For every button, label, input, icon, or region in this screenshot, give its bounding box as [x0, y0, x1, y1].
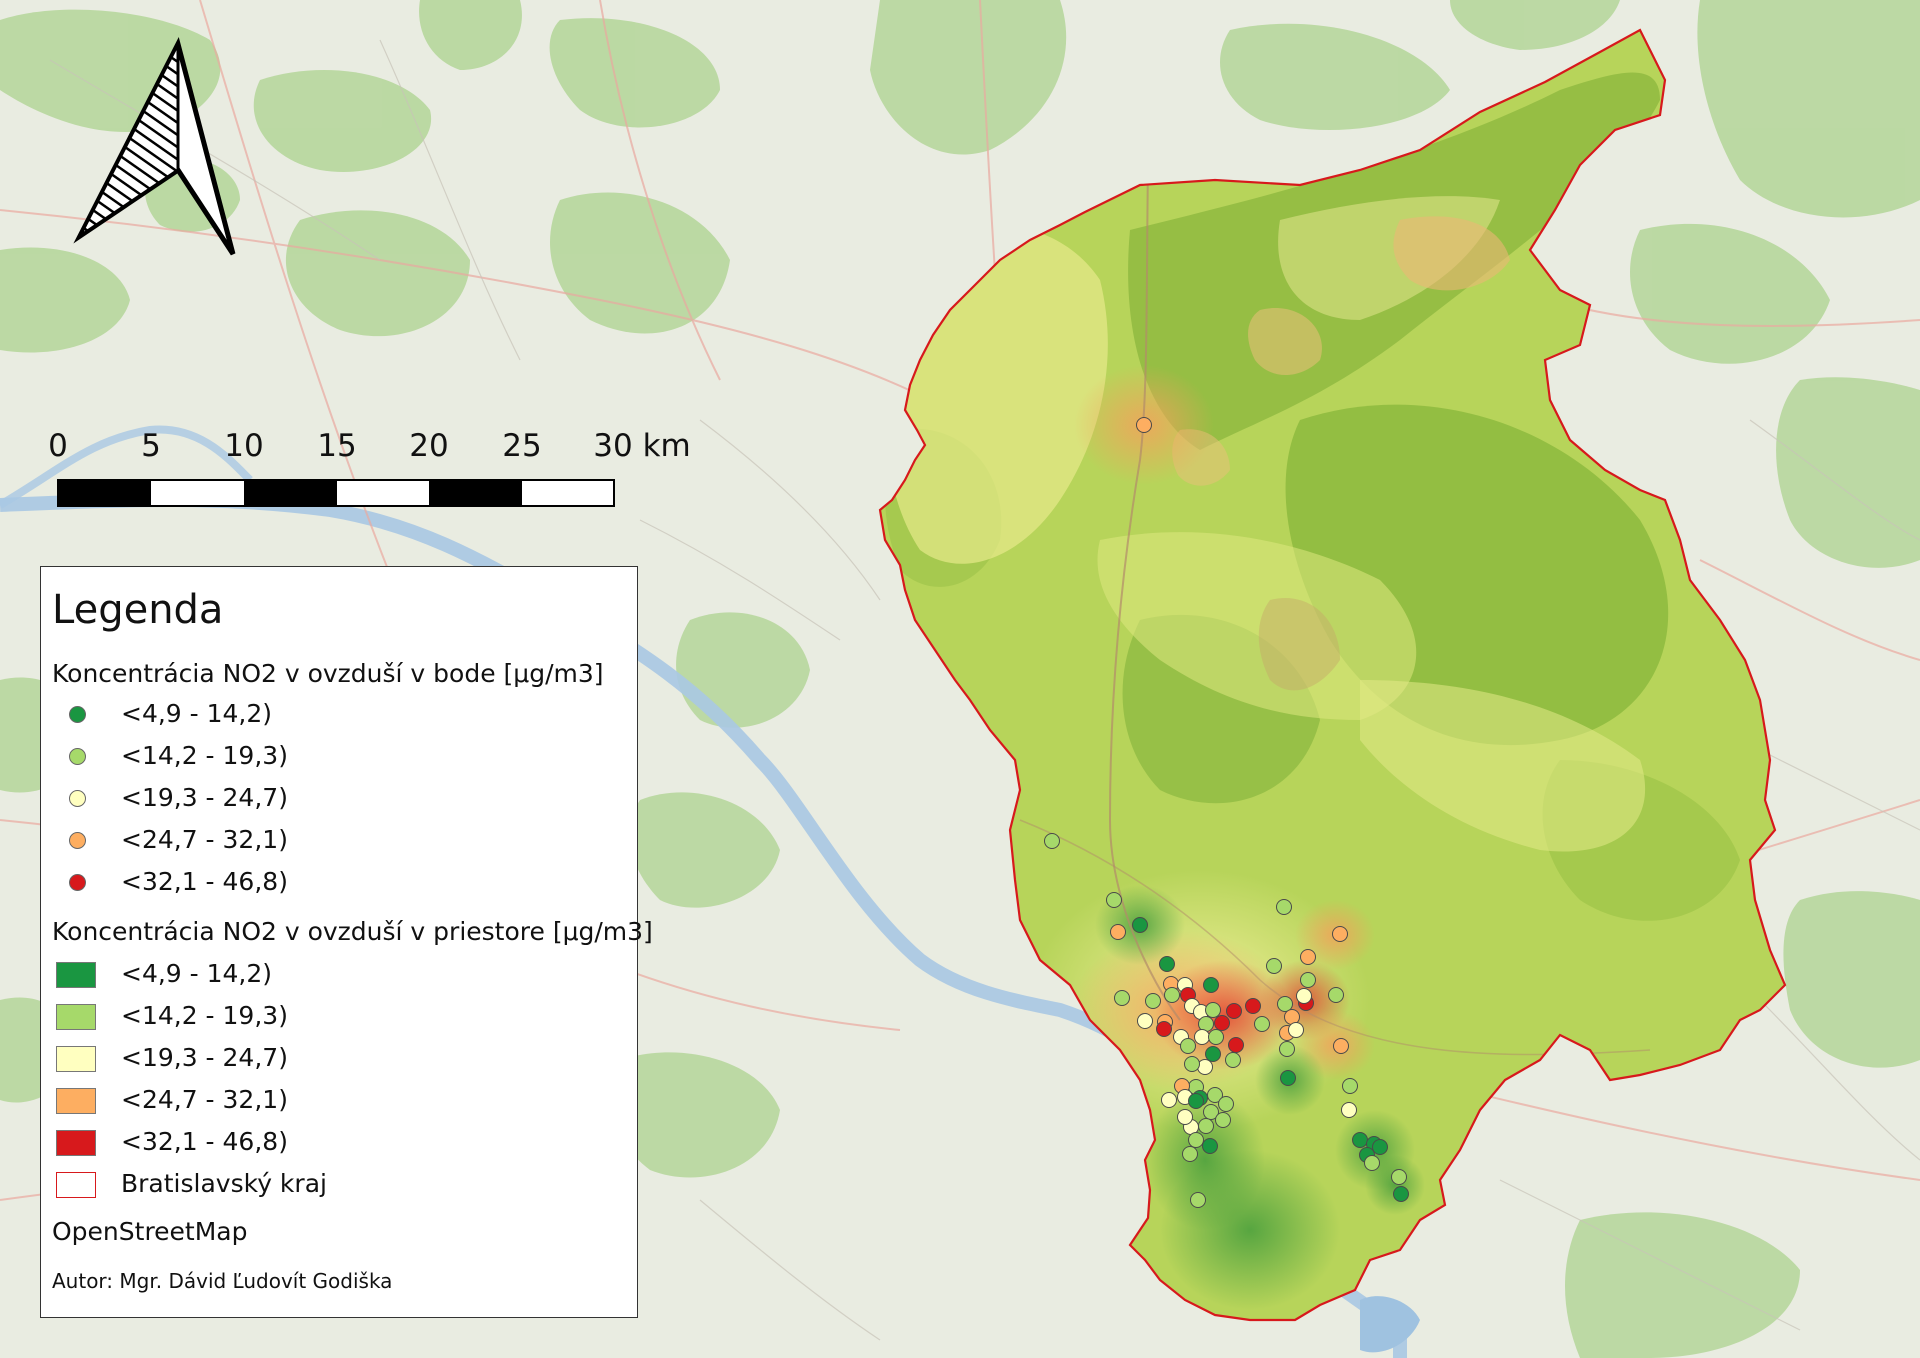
- measurement-point: [1203, 977, 1219, 993]
- measurement-point: [1364, 1155, 1380, 1171]
- measurement-point: [1202, 1138, 1218, 1154]
- legend-point-swatch: [69, 832, 86, 849]
- measurement-point: [1177, 1109, 1193, 1125]
- measurement-point: [1215, 1112, 1231, 1128]
- legend-point-swatch: [69, 874, 86, 891]
- measurement-point: [1180, 1038, 1196, 1054]
- measurement-point: [1276, 899, 1292, 915]
- legend-basemap-label: OpenStreetMap: [52, 1217, 248, 1246]
- measurement-point: [1145, 993, 1161, 1009]
- legend-point-item: <24,7 - 32,1): [52, 823, 612, 857]
- scale-tick-0: 0: [48, 428, 68, 464]
- legend-point-swatch: [69, 748, 86, 765]
- measurement-point: [1332, 926, 1348, 942]
- legend-area-section-title: Koncentrácia NO2 v ovzduší v priestore […: [52, 917, 653, 946]
- measurement-point: [1197, 1059, 1213, 1075]
- measurement-point: [1333, 1038, 1349, 1054]
- legend-point-item: <14,2 - 19,3): [52, 739, 612, 773]
- legend-area-swatch: [56, 1046, 96, 1072]
- measurement-point: [1198, 1118, 1214, 1134]
- legend-area-item: <19,3 - 24,7): [52, 1041, 612, 1075]
- measurement-point: [1182, 1146, 1198, 1162]
- measurement-point: [1288, 1022, 1304, 1038]
- scale-tick-10: 10: [224, 428, 264, 464]
- measurement-point: [1106, 892, 1122, 908]
- measurement-point: [1341, 1102, 1357, 1118]
- scale-tick-15: 15: [317, 428, 357, 464]
- measurement-point: [1279, 1041, 1295, 1057]
- measurement-point: [1184, 1056, 1200, 1072]
- legend-point-item: <4,9 - 14,2): [52, 697, 612, 731]
- legend-boundary-swatch: [56, 1172, 96, 1198]
- legend-area-swatch: [56, 962, 96, 988]
- measurement-point: [1352, 1132, 1368, 1148]
- measurement-point: [1391, 1169, 1407, 1185]
- measurement-point: [1114, 990, 1130, 1006]
- legend-area-item: <4,9 - 14,2): [52, 957, 612, 991]
- measurement-point: [1044, 833, 1060, 849]
- measurement-point: [1194, 1029, 1210, 1045]
- legend-area-swatch: [56, 1088, 96, 1114]
- measurement-point: [1245, 998, 1261, 1014]
- measurement-point: [1159, 956, 1175, 972]
- measurement-point: [1300, 972, 1316, 988]
- measurement-point: [1136, 417, 1152, 433]
- legend-point-swatch: [69, 706, 86, 723]
- legend-area-item: <14,2 - 19,3): [52, 999, 612, 1033]
- legend-point-item: <32,1 - 46,8): [52, 865, 612, 899]
- measurement-point: [1300, 949, 1316, 965]
- scale-bar: [57, 479, 615, 507]
- measurement-point: [1296, 988, 1312, 1004]
- legend-area-item: <24,7 - 32,1): [52, 1083, 612, 1117]
- scale-tick-25: 25: [502, 428, 542, 464]
- measurement-point: [1225, 1052, 1241, 1068]
- measurement-point: [1342, 1078, 1358, 1094]
- legend-point-swatch: [69, 790, 86, 807]
- measurement-point: [1208, 1029, 1224, 1045]
- legend-point-section-title: Koncentrácia NO2 v ovzduší v bode [μg/m3…: [52, 659, 604, 688]
- measurement-point: [1161, 1092, 1177, 1108]
- measurement-point: [1226, 1003, 1242, 1019]
- measurement-point: [1372, 1139, 1388, 1155]
- legend-point-item: <19,3 - 24,7): [52, 781, 612, 815]
- measurement-point: [1328, 987, 1344, 1003]
- measurement-point: [1228, 1037, 1244, 1053]
- measurement-point: [1266, 958, 1282, 974]
- measurement-point: [1110, 924, 1126, 940]
- legend-area-swatch: [56, 1130, 96, 1156]
- measurement-point: [1205, 1046, 1221, 1062]
- measurement-point: [1188, 1132, 1204, 1148]
- measurement-point: [1254, 1016, 1270, 1032]
- measurement-point: [1205, 1002, 1221, 1018]
- legend-area-item: <32,1 - 46,8): [52, 1125, 612, 1159]
- legend-boundary-item: Bratislavský kraj: [52, 1167, 612, 1201]
- scale-tick-20: 20: [409, 428, 449, 464]
- legend-title: Legenda: [52, 587, 224, 633]
- scale-tick-30km: 30 km: [593, 428, 691, 464]
- measurement-point: [1137, 1013, 1153, 1029]
- legend-area-swatch: [56, 1004, 96, 1030]
- measurement-point: [1218, 1096, 1234, 1112]
- legend: Legenda Koncentrácia NO2 v ovzduší v bod…: [40, 566, 653, 1318]
- measurement-point: [1188, 1093, 1204, 1109]
- legend-author: Autor: Mgr. Dávid Ľudovít Godiška: [52, 1269, 393, 1293]
- measurement-point: [1280, 1070, 1296, 1086]
- measurement-point: [1156, 1021, 1172, 1037]
- measurement-point: [1214, 1015, 1230, 1031]
- measurement-point: [1132, 917, 1148, 933]
- scale-tick-5: 5: [141, 428, 161, 464]
- measurement-point: [1164, 987, 1180, 1003]
- measurement-point: [1190, 1192, 1206, 1208]
- measurement-point: [1393, 1186, 1409, 1202]
